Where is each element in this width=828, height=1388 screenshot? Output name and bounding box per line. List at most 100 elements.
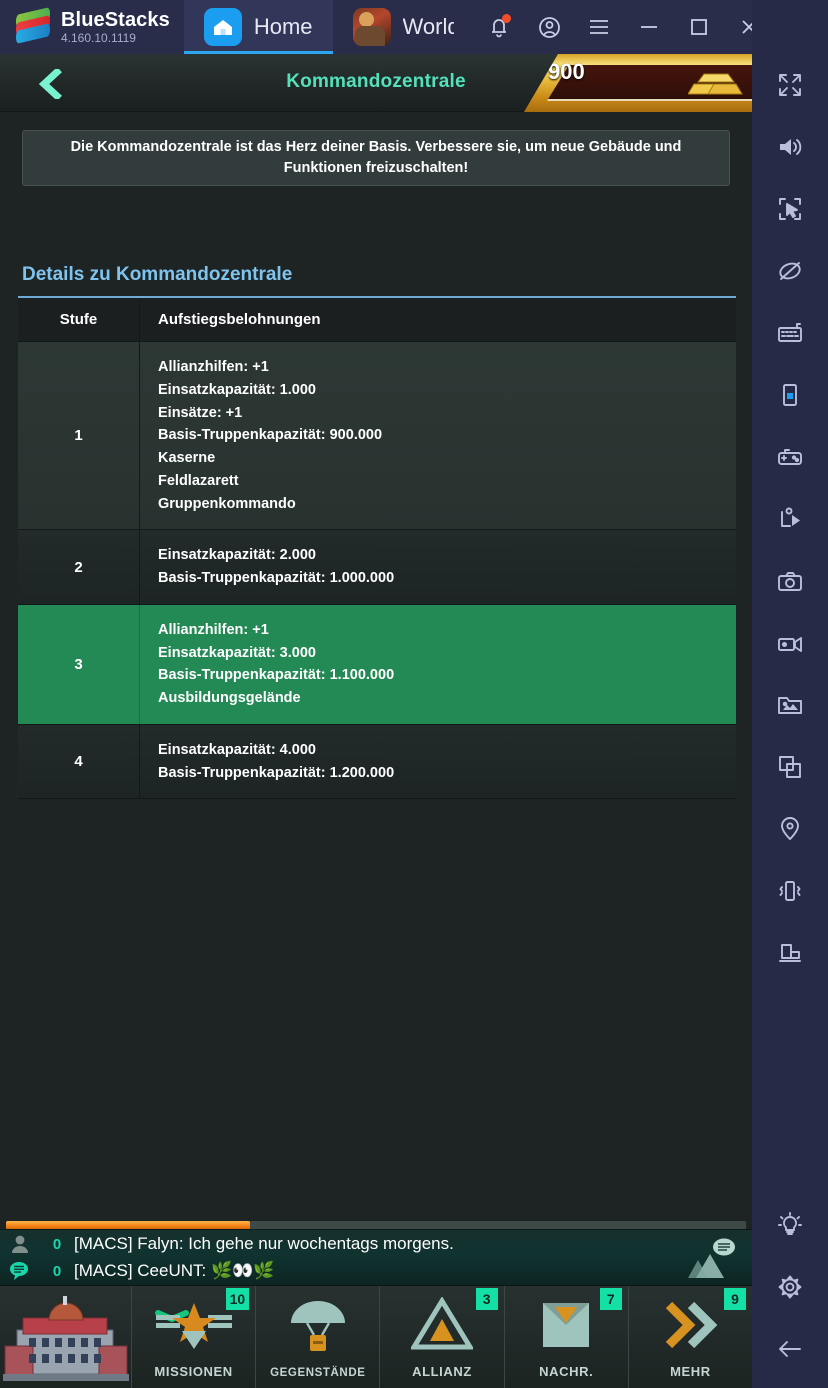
table-cell-level: 3 bbox=[18, 604, 140, 724]
sidebar-bottom-tools bbox=[752, 1194, 828, 1380]
chat-message-text: [MACS] Falyn: Ich gehe nur wochentags mo… bbox=[74, 1234, 454, 1253]
location-button[interactable] bbox=[752, 798, 828, 860]
currency-banner[interactable]: 900 bbox=[524, 54, 752, 112]
tab-game[interactable]: World W bbox=[333, 0, 474, 54]
reward-line: Einsatzkapazität: 3.000 bbox=[158, 644, 316, 661]
settings-button[interactable] bbox=[752, 1256, 828, 1318]
menu-button[interactable] bbox=[574, 0, 624, 54]
chat-online-count: 0 bbox=[52, 1235, 62, 1253]
table-header-row: Stufe Aufstiegsbelohnungen bbox=[18, 298, 736, 342]
table-cell-level: 2 bbox=[18, 530, 140, 604]
tab-home-label: Home bbox=[253, 14, 313, 39]
media-manager-button[interactable] bbox=[752, 674, 828, 736]
nav-label: MEHR bbox=[670, 1364, 711, 1379]
home-icon bbox=[203, 8, 242, 46]
chat-line[interactable]: 0 [MACS] CeeUNT: 🌿👀🌿 bbox=[0, 1257, 752, 1285]
reward-line: Gruppenkommando bbox=[158, 495, 296, 512]
bottom-navigation: 10 MISSIONEN GEGENSTÄNDE 3 ALLIANZ 7 NAC… bbox=[0, 1285, 752, 1388]
macro-recorder-button[interactable] bbox=[752, 488, 828, 550]
gold-bars-icon bbox=[687, 66, 744, 104]
bluestacks-brand: BlueStacks 4.160.10.1119 bbox=[0, 0, 184, 54]
nav-label: NACHR. bbox=[539, 1364, 594, 1379]
chat-bubble-icon bbox=[0, 1260, 40, 1282]
cursor-capture-button[interactable] bbox=[752, 178, 828, 240]
currency-amount: 900 bbox=[548, 59, 585, 84]
table-row[interactable]: 2 Einsatzkapazität: 2.000 Basis-Truppenkap… bbox=[18, 530, 736, 605]
rotate-button[interactable] bbox=[752, 922, 828, 984]
emulator-sidebar bbox=[752, 0, 828, 1388]
info-banner: Die Kommandozentrale ist das Herz deiner… bbox=[22, 130, 730, 186]
details-heading: Details zu Kommandozentrale bbox=[22, 264, 293, 285]
nav-item-items[interactable]: GEGENSTÄNDE bbox=[255, 1286, 379, 1388]
disable-ads-button[interactable] bbox=[752, 240, 828, 302]
bluestacks-logo-icon bbox=[16, 7, 50, 44]
reward-line: Ausbildungsgelände bbox=[158, 690, 301, 706]
table-row[interactable]: 3 Allianzhilfen: +1 Einsatzkapazität: 3.00… bbox=[18, 604, 736, 725]
nav-item-messages[interactable]: 7 NACHR. bbox=[503, 1286, 628, 1388]
notification-badge-dot bbox=[502, 14, 511, 23]
reward-line: Kaserne bbox=[158, 450, 216, 466]
game-app-icon bbox=[352, 8, 391, 46]
tab-home[interactable]: Home bbox=[183, 0, 333, 54]
nav-label: MISSIONEN bbox=[154, 1364, 233, 1379]
tips-button[interactable] bbox=[752, 1194, 828, 1256]
reward-line: Allianzhilfen: +1 bbox=[158, 621, 269, 638]
chat-message-text: [MACS] CeeUNT: 🌿👀🌿 bbox=[74, 1261, 275, 1280]
column-header-rewards: Aufstiegsbelohnungen bbox=[158, 311, 321, 328]
table-cell-rewards: Einsatzkapazität: 4.000 Basis-Truppenkapa… bbox=[140, 725, 736, 799]
back-button[interactable] bbox=[752, 1318, 828, 1380]
reward-line: Einsatzkapazität: 2.000 bbox=[158, 547, 316, 564]
table-cell-level: 4 bbox=[18, 724, 140, 799]
reward-line: Einsätze: +1 bbox=[158, 404, 243, 421]
nav-badge: 9 bbox=[724, 1288, 747, 1310]
world-chat-icon[interactable] bbox=[684, 1236, 740, 1282]
reward-line: Basis-Truppenkapazität: 1.100.000 bbox=[158, 667, 395, 684]
game-viewport: Kommandozentrale 900 Die Kommandozentral… bbox=[0, 54, 752, 1388]
nav-item-alliance[interactable]: 3 ALLIANZ bbox=[379, 1286, 503, 1388]
screenshot-button[interactable] bbox=[752, 550, 828, 612]
chat-unread-count: 0 bbox=[52, 1262, 62, 1280]
table-cell-rewards: Allianzhilfen: +1 Einsatzkapazität: 1.000… bbox=[140, 342, 736, 529]
headquarters-building-icon[interactable] bbox=[0, 1286, 131, 1388]
reward-line: Basis-Truppenkapazität: 1.200.000 bbox=[158, 764, 395, 781]
fullscreen-button[interactable] bbox=[752, 54, 828, 116]
nav-badge: 10 bbox=[225, 1288, 250, 1310]
info-banner-text: Die Kommandozentrale ist das Herz deiner… bbox=[70, 139, 682, 176]
game-header-bar: Kommandozentrale 900 bbox=[0, 54, 752, 112]
nav-badge: 3 bbox=[475, 1288, 498, 1310]
upgrade-rewards-table: Stufe Aufstiegsbelohnungen 1 Allianzhilfe… bbox=[18, 298, 736, 800]
nav-item-missions[interactable]: 10 MISSIONEN bbox=[131, 1286, 255, 1388]
reward-line: Basis-Truppenkapazität: 900.000 bbox=[158, 427, 383, 444]
sidebar-top-tools bbox=[752, 54, 828, 984]
reward-line: Einsatzkapazität: 1.000 bbox=[158, 381, 316, 398]
reward-line: Allianzhilfen: +1 bbox=[158, 359, 269, 375]
volume-button[interactable] bbox=[752, 116, 828, 178]
parachute-crate-icon bbox=[256, 1286, 379, 1367]
table-cell-rewards: Allianzhilfen: +1 Einsatzkapazität: 3.000… bbox=[140, 605, 736, 724]
device-profile-button[interactable] bbox=[752, 364, 828, 426]
gamepad-button[interactable] bbox=[752, 426, 828, 488]
nav-badge: 7 bbox=[599, 1288, 622, 1310]
table-cell-rewards: Einsatzkapazität: 2.000 Basis-Truppenkapa… bbox=[140, 530, 736, 604]
column-header-level: Stufe bbox=[18, 298, 140, 341]
tab-game-label: World W bbox=[402, 14, 454, 39]
emulator-title-bar: BlueStacks 4.160.10.1119 Home World W bbox=[0, 0, 828, 54]
table-row[interactable]: 4 Einsatzkapazität: 4.000 Basis-Truppenkap… bbox=[18, 724, 736, 800]
chat-strip[interactable]: 0 [MACS] Falyn: Ich gehe nur wochentags … bbox=[0, 1229, 752, 1285]
reward-line: Feldlazarett bbox=[158, 472, 239, 489]
reward-line: Einsatzkapazität: 4.000 bbox=[158, 741, 316, 758]
maximize-button[interactable] bbox=[674, 0, 724, 54]
nav-item-more[interactable]: 9 MEHR bbox=[627, 1286, 752, 1388]
keyboard-controls-button[interactable] bbox=[752, 302, 828, 364]
notifications-button[interactable] bbox=[474, 0, 524, 54]
chat-line[interactable]: 0 [MACS] Falyn: Ich gehe nur wochentags … bbox=[0, 1230, 752, 1258]
account-button[interactable] bbox=[524, 0, 574, 54]
table-cell-level: 1 bbox=[18, 342, 140, 530]
brand-version: 4.160.10.1119 bbox=[61, 30, 136, 45]
shake-button[interactable] bbox=[752, 860, 828, 922]
minimize-button[interactable] bbox=[624, 0, 674, 54]
multi-instance-button[interactable] bbox=[752, 736, 828, 798]
brand-name: BlueStacks bbox=[61, 8, 170, 31]
screen-record-button[interactable] bbox=[752, 612, 828, 674]
table-row[interactable]: 1 Allianzhilfen: +1 Einsatzkapazität: 1.00… bbox=[18, 342, 736, 531]
